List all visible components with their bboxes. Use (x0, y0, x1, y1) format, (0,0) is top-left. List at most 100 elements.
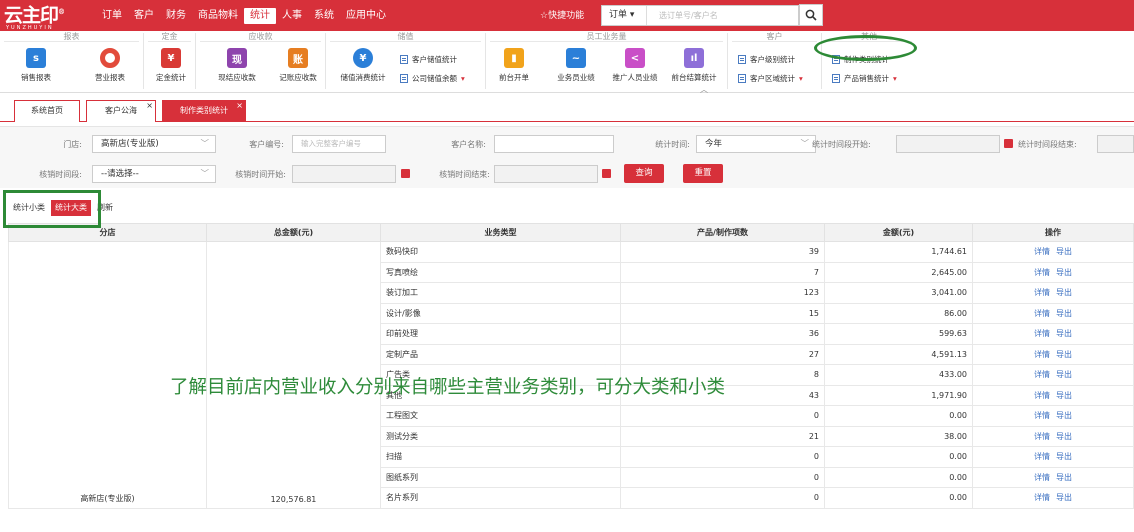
search-type-select[interactable]: 订单 ▾ (602, 6, 647, 25)
export-link[interactable]: 导出 (1056, 350, 1072, 359)
detail-link[interactable]: 详情 (1034, 432, 1050, 441)
col-count: 产品/制作项数 (620, 223, 825, 242)
type-cell: 设计/影像 (380, 302, 621, 324)
customer-no-input[interactable]: 输入完整客户编号 (292, 135, 386, 153)
store-label: 门店: (63, 140, 82, 149)
calendar-icon[interactable] (401, 169, 410, 178)
reset-button[interactable]: 重置 (683, 164, 723, 183)
type-cell: 名片系列 (380, 487, 621, 509)
nav-hr[interactable]: 人事 (276, 8, 308, 24)
detail-link[interactable]: 详情 (1034, 473, 1050, 482)
front-order-button[interactable]: ▮ 前台开单 (494, 45, 534, 83)
type-cell: 图纸系列 (380, 466, 621, 488)
export-link[interactable]: 导出 (1056, 309, 1072, 318)
close-icon[interactable]: × (146, 96, 153, 116)
writeoff-start-input[interactable] (292, 165, 396, 183)
chevron-down-icon: ﹀ (200, 139, 209, 149)
detail-link[interactable]: 详情 (1034, 288, 1050, 297)
annotation-text: 了解目前店内营业收入分别来自哪些主营业务类别，可分大类和小类 (170, 377, 726, 398)
caret-down-icon: ▾ (461, 74, 465, 83)
product-sales-link[interactable]: 产品销售统计 ▾ (832, 73, 897, 84)
document-icon (738, 74, 746, 83)
detail-link[interactable]: 详情 (1034, 411, 1050, 420)
nav-customer[interactable]: 客户 (128, 8, 160, 24)
customer-stored-value-link[interactable]: 客户储值统计 (400, 54, 457, 65)
nav-system[interactable]: 系统 (308, 8, 340, 24)
export-link[interactable]: 导出 (1056, 411, 1072, 420)
detail-link[interactable]: 详情 (1034, 391, 1050, 400)
detail-link[interactable]: 详情 (1034, 309, 1050, 318)
nav-products[interactable]: 商品物料 (192, 8, 244, 24)
query-button[interactable]: 查询 (624, 164, 664, 183)
calendar-icon[interactable] (602, 169, 611, 178)
export-link[interactable]: 导出 (1056, 370, 1072, 379)
search-input[interactable]: 选订单号/客户名 (647, 6, 798, 25)
production-category-link[interactable]: 制作类别统计 (832, 54, 889, 65)
salesman-performance-button[interactable]: ~ 业务员业绩 (550, 45, 602, 83)
export-link[interactable]: 导出 (1056, 247, 1072, 256)
table-header: 分店 总金额(元) 业务类型 产品/制作项数 金额(元) 操作 (8, 223, 1134, 242)
close-icon[interactable]: × (236, 96, 243, 116)
export-link[interactable]: 导出 (1056, 452, 1072, 461)
export-link[interactable]: 导出 (1056, 329, 1072, 338)
amount-cell: 2,645.00 (824, 261, 973, 283)
deposit-stats-button[interactable]: ¥ 定金统计 (150, 45, 192, 83)
nav-app-center[interactable]: 应用中心 (340, 8, 392, 24)
sales-report-button[interactable]: s 销售报表 (16, 45, 56, 83)
count-cell: 0 (620, 466, 825, 488)
export-link[interactable]: 导出 (1056, 268, 1072, 277)
credit-icon: 账 (288, 48, 308, 68)
search-button[interactable] (799, 4, 823, 26)
writeoff-select[interactable]: --请选择-- ﹀ (92, 165, 216, 183)
collapse-chevron-icon[interactable]: ︿ (700, 84, 708, 95)
amount-cell: 38.00 (824, 425, 973, 447)
customer-region-link[interactable]: 客户区域统计 ▾ (738, 73, 803, 84)
refresh-button[interactable]: 刷新 (94, 201, 116, 215)
stat-time-select[interactable]: 今年 ﹀ (696, 135, 816, 153)
cash-receivable-button[interactable]: 现现结应收款 (214, 45, 260, 83)
export-link[interactable]: 导出 (1056, 493, 1072, 502)
export-link[interactable]: 导出 (1056, 391, 1072, 400)
detail-link[interactable]: 详情 (1034, 247, 1050, 256)
logo: 云主印® YUNZHUYIN (4, 4, 65, 32)
count-cell: 123 (620, 282, 825, 304)
nav-finance[interactable]: 财务 (160, 8, 192, 24)
detail-link[interactable]: 详情 (1034, 350, 1050, 359)
actions-cell: 详情 导出 (972, 343, 1134, 365)
store-select[interactable]: 高新店(专业版) ﹀ (92, 135, 216, 153)
tab-production-category[interactable]: 制作类别统计 × (162, 100, 246, 122)
quick-functions[interactable]: ☆快捷功能 (540, 8, 584, 21)
business-report-button[interactable]: 营业报表 (86, 45, 134, 83)
export-link[interactable]: 导出 (1056, 473, 1072, 482)
detail-link[interactable]: 详情 (1034, 493, 1050, 502)
stored-value-consumption-button[interactable]: ¥ 储值消费统计 (334, 45, 392, 83)
export-link[interactable]: 导出 (1056, 288, 1072, 297)
amount-cell: 0.00 (824, 487, 973, 509)
tab-home[interactable]: 系统首页 (14, 100, 80, 122)
export-link[interactable]: 导出 (1056, 432, 1072, 441)
small-category-toggle[interactable]: 统计小类 (10, 201, 48, 215)
detail-link[interactable]: 详情 (1034, 329, 1050, 338)
front-settlement-button[interactable]: ıl 前台结算统计 (664, 45, 724, 83)
credit-receivable-button[interactable]: 账记账应收款 (272, 45, 324, 83)
detail-link[interactable]: 详情 (1034, 452, 1050, 461)
customer-level-link[interactable]: 客户级别统计 (738, 54, 795, 65)
company-balance-link[interactable]: 公司储值余额 ▾ (400, 73, 465, 84)
big-category-toggle[interactable]: 统计大类 (51, 200, 91, 216)
caret-down-icon: ▾ (893, 74, 897, 83)
stat-end-input[interactable] (1097, 135, 1134, 153)
col-actions: 操作 (972, 223, 1134, 242)
nav-order[interactable]: 订单 (96, 8, 128, 24)
promoter-performance-button[interactable]: < 推广人员业绩 (606, 45, 664, 83)
stat-start-input[interactable] (896, 135, 1000, 153)
nav-statistics[interactable]: 统计 (244, 8, 276, 24)
calendar-icon[interactable] (1004, 139, 1013, 148)
customer-name-input[interactable] (494, 135, 614, 153)
amount-cell: 0.00 (824, 446, 973, 468)
writeoff-end-input[interactable] (494, 165, 598, 183)
detail-link[interactable]: 详情 (1034, 370, 1050, 379)
detail-link[interactable]: 详情 (1034, 268, 1050, 277)
amount-cell: 433.00 (824, 364, 973, 386)
tab-customer-pool[interactable]: 客户公海 × (86, 100, 156, 122)
col-type: 业务类型 (380, 223, 621, 242)
